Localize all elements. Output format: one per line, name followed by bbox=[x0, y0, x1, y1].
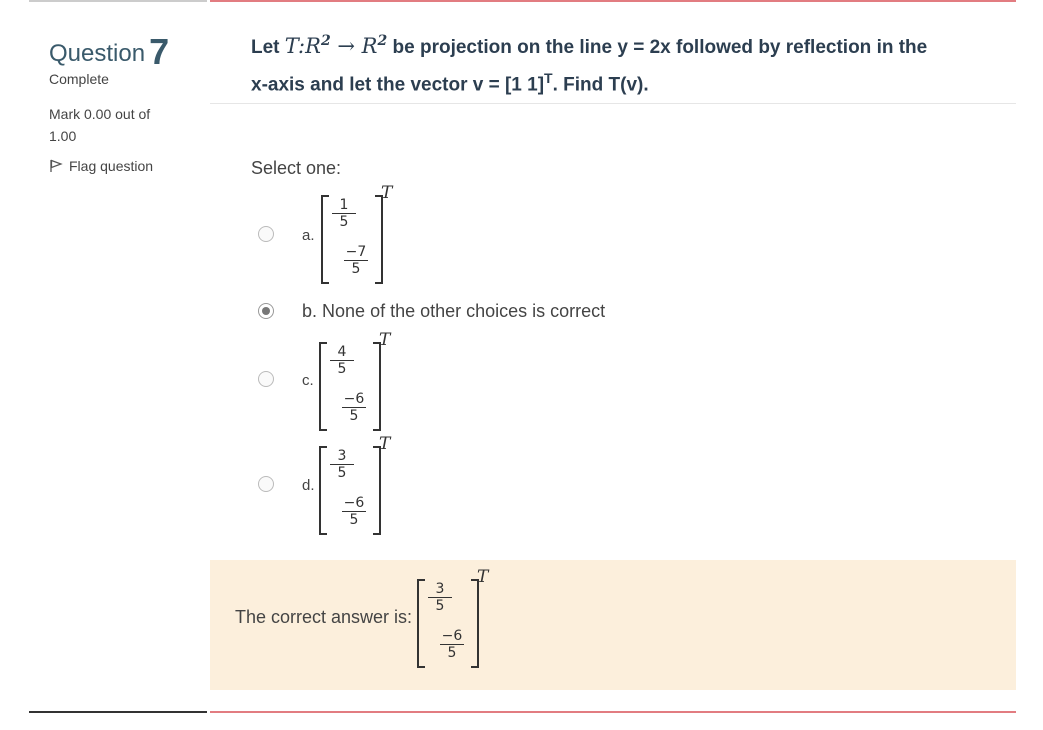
frac-num: −7 bbox=[344, 244, 368, 261]
flag-question-label: Flag question bbox=[69, 158, 154, 174]
bottom-divider-right bbox=[210, 711, 1016, 713]
correct-answer-matrix: T 35 −6 5 bbox=[414, 567, 488, 669]
bracket-left bbox=[321, 195, 329, 284]
frac-num: −6 bbox=[440, 628, 464, 645]
bracket-right bbox=[373, 446, 381, 535]
frac-num: 3 bbox=[428, 582, 452, 598]
option-b-letter: b. bbox=[302, 301, 318, 321]
transpose-sup: T bbox=[477, 567, 489, 587]
correct-answer-label: The correct answer is: bbox=[235, 607, 413, 627]
question-number: 7 bbox=[149, 31, 170, 72]
bracket-left bbox=[417, 579, 425, 668]
question-word: Question bbox=[49, 40, 146, 67]
frac-den: 5 bbox=[337, 361, 347, 377]
question-math-map: T:R2 → R2 bbox=[284, 33, 388, 58]
matrix-top-fraction: 35 bbox=[330, 449, 354, 480]
question-grade: Mark 0.00 out of 1.00 bbox=[49, 106, 151, 144]
option-a-letter: a. bbox=[302, 227, 315, 244]
top-divider-right bbox=[210, 0, 1016, 2]
bracket-right bbox=[471, 579, 479, 668]
math-T: T:R bbox=[284, 34, 321, 58]
question-text-rest: be projection on the line y = 2x followe… bbox=[392, 37, 928, 58]
question-line2-end: . Find T(v). bbox=[552, 74, 649, 96]
frac-den: 5 bbox=[337, 465, 347, 481]
option-d-radio[interactable] bbox=[258, 476, 274, 492]
transpose-sup: T bbox=[379, 434, 391, 454]
frac-num: 4 bbox=[330, 345, 354, 361]
option-c-matrix: T 45 −6 5 bbox=[316, 330, 390, 432]
bottom-divider-left bbox=[29, 711, 207, 713]
frac-num: 1 bbox=[332, 198, 356, 214]
flag-question-link[interactable]: Flag question bbox=[49, 158, 153, 174]
matrix-top-fraction: 15 bbox=[332, 198, 356, 229]
bracket-left bbox=[319, 342, 327, 431]
question-state: Complete bbox=[49, 71, 109, 87]
frac-num: 3 bbox=[330, 449, 354, 465]
frac-den: 5 bbox=[349, 408, 359, 424]
select-prompt: Select one: bbox=[251, 158, 342, 178]
math-arrow: → bbox=[337, 34, 355, 58]
option-c-radio[interactable] bbox=[258, 371, 274, 387]
option-a-matrix: T 15 −7 5 bbox=[318, 183, 392, 285]
bracket-right bbox=[375, 195, 383, 284]
matrix-bottom-fraction: −6 5 bbox=[342, 392, 366, 423]
transpose-sup: T bbox=[379, 330, 391, 350]
option-b-label: None of the other choices is correct bbox=[322, 301, 606, 321]
option-b-text[interactable]: b. None of the other choices is correct bbox=[302, 301, 605, 322]
math-exp-2: 2 bbox=[377, 33, 388, 49]
option-d-letter: d. bbox=[302, 477, 315, 494]
question-number-label: Question 7 bbox=[49, 28, 170, 72]
flag-icon bbox=[50, 159, 63, 172]
frac-num: −6 bbox=[342, 391, 366, 408]
question-text-divider bbox=[210, 103, 1016, 104]
frac-den: 5 bbox=[447, 645, 457, 661]
frac-num: −6 bbox=[342, 495, 366, 512]
bracket-left bbox=[319, 446, 327, 535]
matrix-bottom-fraction: −6 5 bbox=[342, 496, 366, 527]
frac-den: 5 bbox=[351, 261, 361, 277]
math-exp-1: 2 bbox=[320, 33, 331, 49]
matrix-top-fraction: 45 bbox=[330, 345, 354, 376]
top-divider-left bbox=[29, 0, 207, 2]
matrix-bottom-fraction: −6 5 bbox=[440, 629, 464, 660]
frac-den: 5 bbox=[339, 214, 349, 230]
bracket-right bbox=[373, 342, 381, 431]
transpose-sup: T bbox=[381, 183, 393, 203]
question-line2-sup: T bbox=[544, 70, 553, 86]
option-a-radio[interactable] bbox=[258, 226, 274, 242]
math-R: R bbox=[361, 34, 378, 58]
question-line2: x-axis and let the vector v = [1 1] bbox=[251, 74, 545, 96]
frac-den: 5 bbox=[349, 512, 359, 528]
option-c-letter: c. bbox=[302, 372, 314, 389]
question-text: Let T:R2 → R2 be projection on the line … bbox=[251, 26, 1011, 100]
frac-den: 5 bbox=[435, 598, 445, 614]
matrix-bottom-fraction: −7 5 bbox=[344, 245, 368, 276]
option-d-matrix: T 35 −6 5 bbox=[316, 434, 390, 536]
matrix-top-fraction: 35 bbox=[428, 582, 452, 613]
option-b-radio[interactable] bbox=[258, 303, 274, 319]
question-text-let: Let bbox=[251, 37, 280, 58]
